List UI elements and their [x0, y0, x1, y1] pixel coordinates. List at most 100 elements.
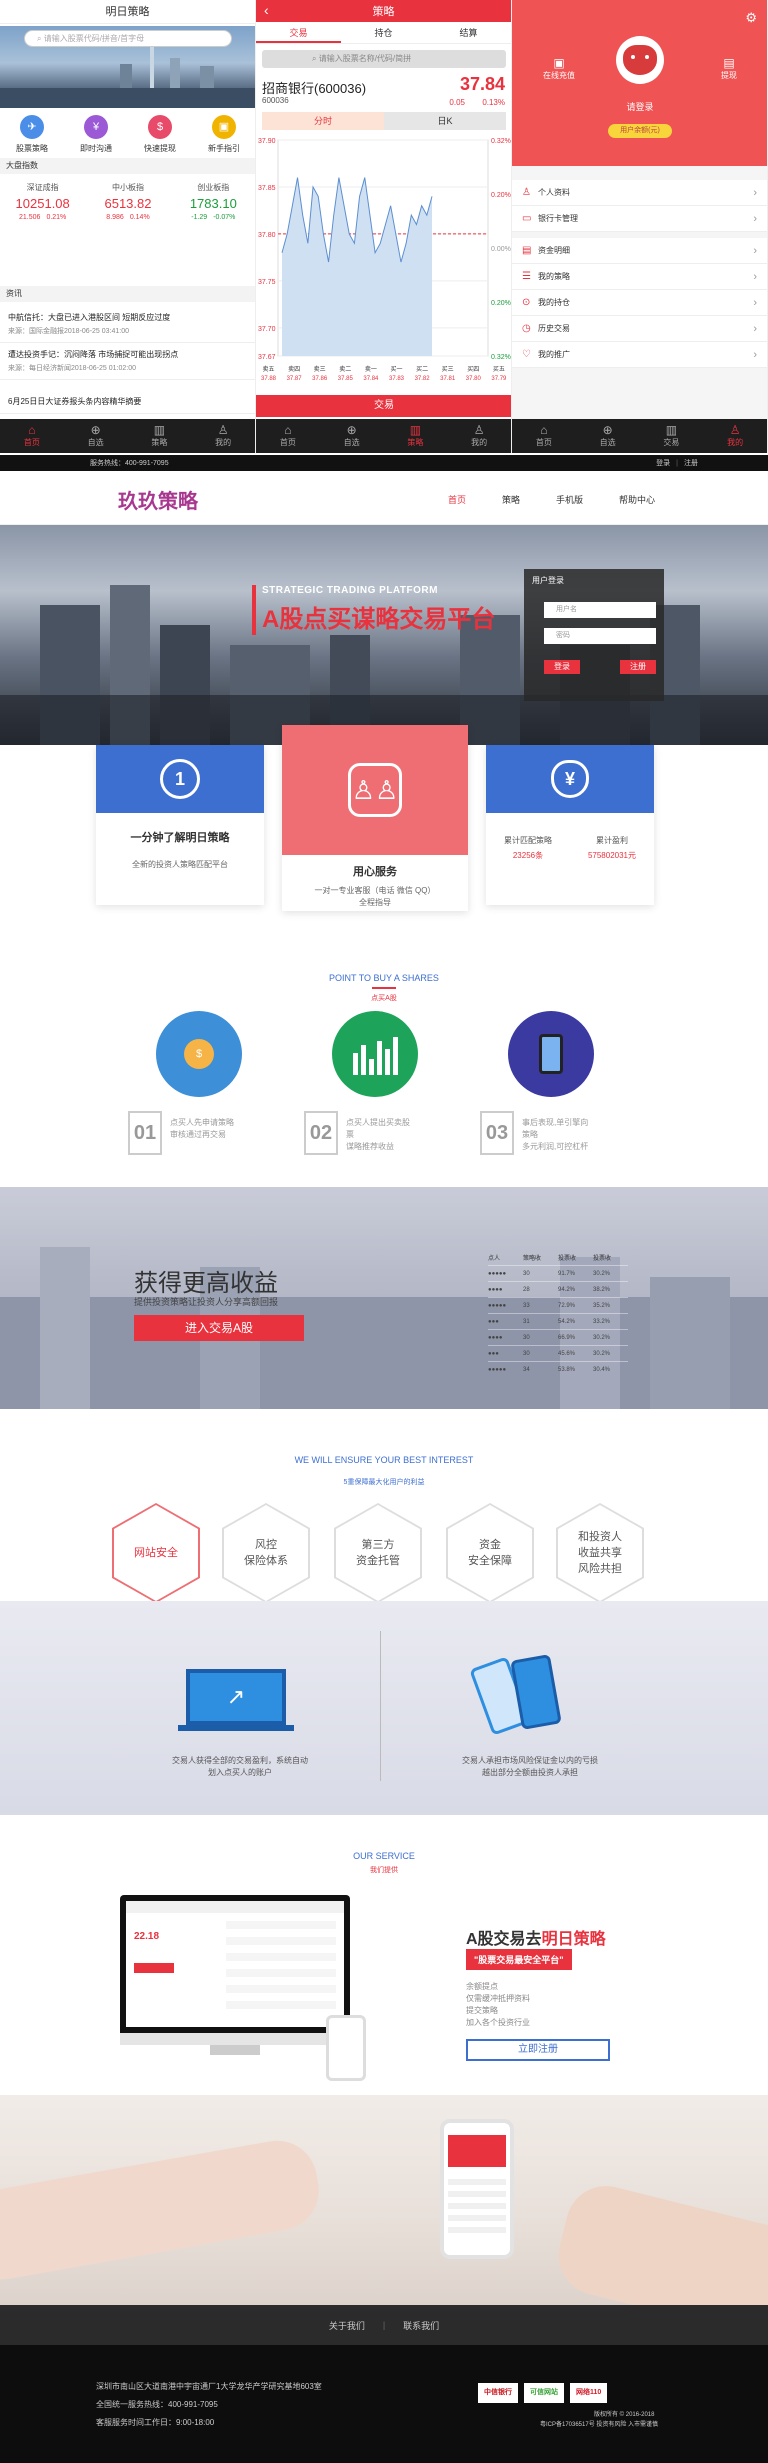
tab-首页[interactable]: ⌂ 首页	[0, 419, 64, 453]
guarantee-hex-0[interactable]: 网站安全	[112, 1503, 200, 1603]
index-change-row: 21.506 0.21%	[0, 214, 85, 221]
nav-item[interactable]: 首页	[448, 493, 466, 506]
income-table-row: ●●●● 28 94.2% 38.2%	[488, 1281, 628, 1297]
income-cell: 30	[523, 1350, 530, 1357]
step-number: 01	[128, 1111, 162, 1155]
y-tick-label: 37.85	[258, 185, 276, 192]
income-cell: ●●●●●	[488, 1366, 507, 1373]
tab-label: 交易	[663, 438, 680, 447]
guarantee-hex-4[interactable]: 和投资人 收益共享 风险共担	[556, 1503, 644, 1603]
avatar[interactable]	[616, 36, 664, 84]
quick-action-button[interactable]: $ 快速提现	[128, 114, 192, 154]
trade-tab[interactable]: 持仓	[341, 22, 426, 43]
income-head-cell: 投票收	[558, 1256, 577, 1262]
feature-card-stats[interactable]: ¥ 累计匹配策略 23256条 累计盈利 575802031元	[486, 745, 654, 905]
top-login-link[interactable]: 登录	[656, 458, 670, 468]
main-nav: 首页 策略 手机版 帮助中心	[430, 491, 673, 507]
feature-card-intro[interactable]: 1 一分钟了解明日策略 全新的投资人策略匹配平台	[96, 745, 264, 905]
person-icon: ♙	[729, 423, 741, 437]
tab-交易[interactable]: ▥ 交易	[640, 419, 704, 453]
order-book-cell: 买四 37.80	[461, 366, 486, 384]
login-password-input[interactable]: 密码	[544, 628, 656, 644]
trash-icon: ▤	[522, 245, 532, 256]
footer-link[interactable]: 关于我们	[329, 2319, 365, 2332]
tab-自选[interactable]: ⊕ 自选	[576, 419, 640, 453]
tab-自选[interactable]: ⊕ 自选	[320, 419, 384, 453]
income-subtitle: 提供投资策略让投资人分享高额回报	[134, 1297, 279, 1307]
tab-intraday[interactable]: 分时	[262, 112, 384, 130]
income-cell: 30	[523, 1270, 530, 1277]
username[interactable]: 请登录	[512, 100, 767, 113]
menu-item-3[interactable]: ☰ 我的策略 ›	[512, 264, 767, 290]
settings-icon[interactable]: ⚙	[745, 10, 757, 26]
service-badge: "股票交易最安全平台"	[466, 1949, 572, 1970]
trade-tab[interactable]: 交易	[256, 22, 341, 43]
tab-自选[interactable]: ⊕ 自选	[64, 419, 128, 453]
tab-我的[interactable]: ♙ 我的	[447, 419, 511, 453]
chevron-right-icon: ›	[753, 212, 757, 225]
menu-item-1[interactable]: ▭ 银行卡管理 ›	[512, 206, 767, 232]
top-register-link[interactable]: 注册	[684, 458, 698, 468]
index-pct: -0.07%	[213, 214, 236, 221]
guarantee-hex-1[interactable]: 风控 保险体系	[222, 1503, 310, 1603]
quick-action-button[interactable]: ✈ 股票策略	[0, 114, 64, 154]
menu-item-6[interactable]: ♡ 我的推广 ›	[512, 342, 767, 368]
holding-icon: ⊙	[522, 297, 531, 308]
register-now-button[interactable]: 立即注册	[466, 2039, 610, 2061]
withdraw-button[interactable]: ▤ 提现	[702, 56, 756, 81]
step-number: 02	[304, 1111, 338, 1155]
card-icon: ▭	[522, 213, 532, 224]
order-price: 37.83	[388, 376, 404, 382]
nav-item[interactable]: 策略	[502, 493, 520, 506]
enter-trade-button[interactable]: 进入交易A股	[134, 1315, 304, 1341]
order-book-cell: 卖四 37.87	[282, 366, 307, 384]
banner-cn-title: A股点买谋略交易平台	[262, 606, 496, 633]
site-logo[interactable]: 玖玖策略	[118, 485, 198, 514]
index-card[interactable]: 中小板指 6513.82 8.986 0.14%	[85, 176, 170, 232]
trade-tab[interactable]: 结算	[426, 22, 511, 43]
back-icon[interactable]: ‹	[264, 2, 269, 18]
guarantee-hex-3[interactable]: 资金 安全保障	[446, 1503, 534, 1603]
tab-daily-k[interactable]: 日K	[384, 112, 506, 130]
desktop-site: 服务热线：400-991-7095 登录 | 注册 玖玖策略 首页 策略 手机版 帮助…	[0, 455, 768, 2463]
news-item[interactable]: 6月25日日大证券报头条内容精华摘要	[0, 390, 255, 414]
register-button[interactable]: 注册	[620, 660, 656, 674]
tab-策略[interactable]: ▥ 策略	[128, 419, 192, 453]
index-card[interactable]: 深证成指 10251.08 21.506 0.21%	[0, 176, 85, 232]
order-book-cell: 买二 37.82	[410, 366, 435, 384]
tab-label: 首页	[23, 438, 40, 447]
order-label: 卖五	[262, 367, 275, 373]
menu-item-2[interactable]: ▤ 资金明细 ›	[512, 238, 767, 264]
quick-action-button[interactable]: ▣ 新手指引	[192, 114, 255, 154]
recharge-button[interactable]: ▣ 在线充值	[532, 56, 586, 81]
feature-title: 用心服务	[353, 866, 397, 878]
index-card[interactable]: 创业板指 1783.10 -1.29 -0.07%	[171, 176, 255, 232]
nav-item[interactable]: 手机版	[556, 493, 583, 506]
login-username-input[interactable]: 用户名	[544, 602, 656, 618]
trade-button[interactable]: 交易	[256, 395, 511, 417]
tab-首页[interactable]: ⌂ 首页	[512, 419, 576, 453]
search-box[interactable]: ⌕ 请输入股票代码/拼音/首字母	[24, 30, 232, 47]
tab-我的[interactable]: ♙ 我的	[703, 419, 767, 453]
tab-策略[interactable]: ▥ 策略	[384, 419, 448, 453]
tab-label: 自选	[343, 438, 360, 447]
index-change: 8.986	[106, 214, 124, 221]
plus-circle-icon: ⊕	[90, 423, 101, 437]
menu-item-5[interactable]: ◷ 历史交易 ›	[512, 316, 767, 342]
trade-tabs: 交易 持仓 结算	[256, 22, 511, 44]
footer-link[interactable]: 联系我们	[403, 2319, 439, 2332]
menu-item-0[interactable]: ♙ 个人资料 ›	[512, 180, 767, 206]
stock-search-input[interactable]: ⌕ 请输入股票名称/代码/简拼	[262, 50, 506, 68]
guarantee-hex-2[interactable]: 第三方 资金托管	[334, 1503, 422, 1603]
quick-action-button[interactable]: ¥ 即时沟通	[64, 114, 128, 154]
news-item[interactable]: 中航信托：大盘已进入港股区间 短期反应过度 来源：国际金融报2018-06-25 …	[0, 306, 255, 343]
tab-我的[interactable]: ♙ 我的	[191, 419, 255, 453]
feature-card-service[interactable]: ♙♙ 用心服务 一对一专业客服（电话 微信 QQ） 全程指导	[282, 725, 468, 911]
tab-首页[interactable]: ⌂ 首页	[256, 419, 320, 453]
news-item[interactable]: 遭达投资手记：沉闷降落 市场捕捉可能出现拐点 来源：每日经济新闻2018-06-2…	[0, 343, 255, 380]
income-cell: ●●●●●	[488, 1270, 507, 1277]
stock-pct: 0.13%	[482, 98, 505, 107]
nav-item[interactable]: 帮助中心	[619, 493, 655, 506]
menu-item-4[interactable]: ⊙ 我的持仓 ›	[512, 290, 767, 316]
login-button[interactable]: 登录	[544, 660, 580, 674]
